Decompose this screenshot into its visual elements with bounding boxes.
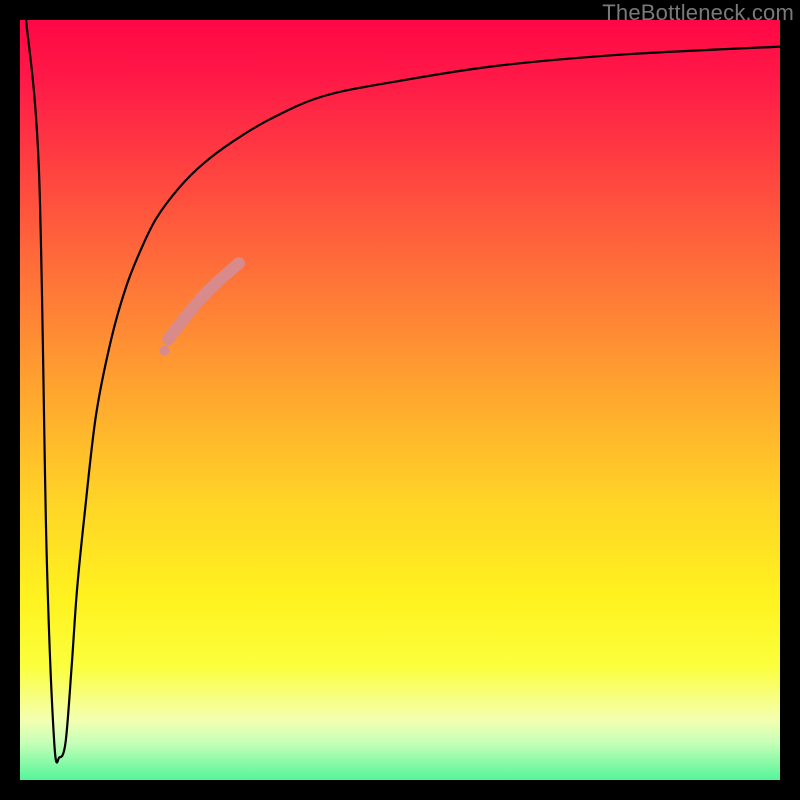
plot-area xyxy=(20,20,780,780)
highlight-dot xyxy=(159,346,169,356)
curve-svg xyxy=(20,20,780,780)
highlight-segment xyxy=(168,263,239,339)
chart-frame: TheBottleneck.com xyxy=(0,0,800,800)
bottleneck-curve xyxy=(26,20,780,762)
